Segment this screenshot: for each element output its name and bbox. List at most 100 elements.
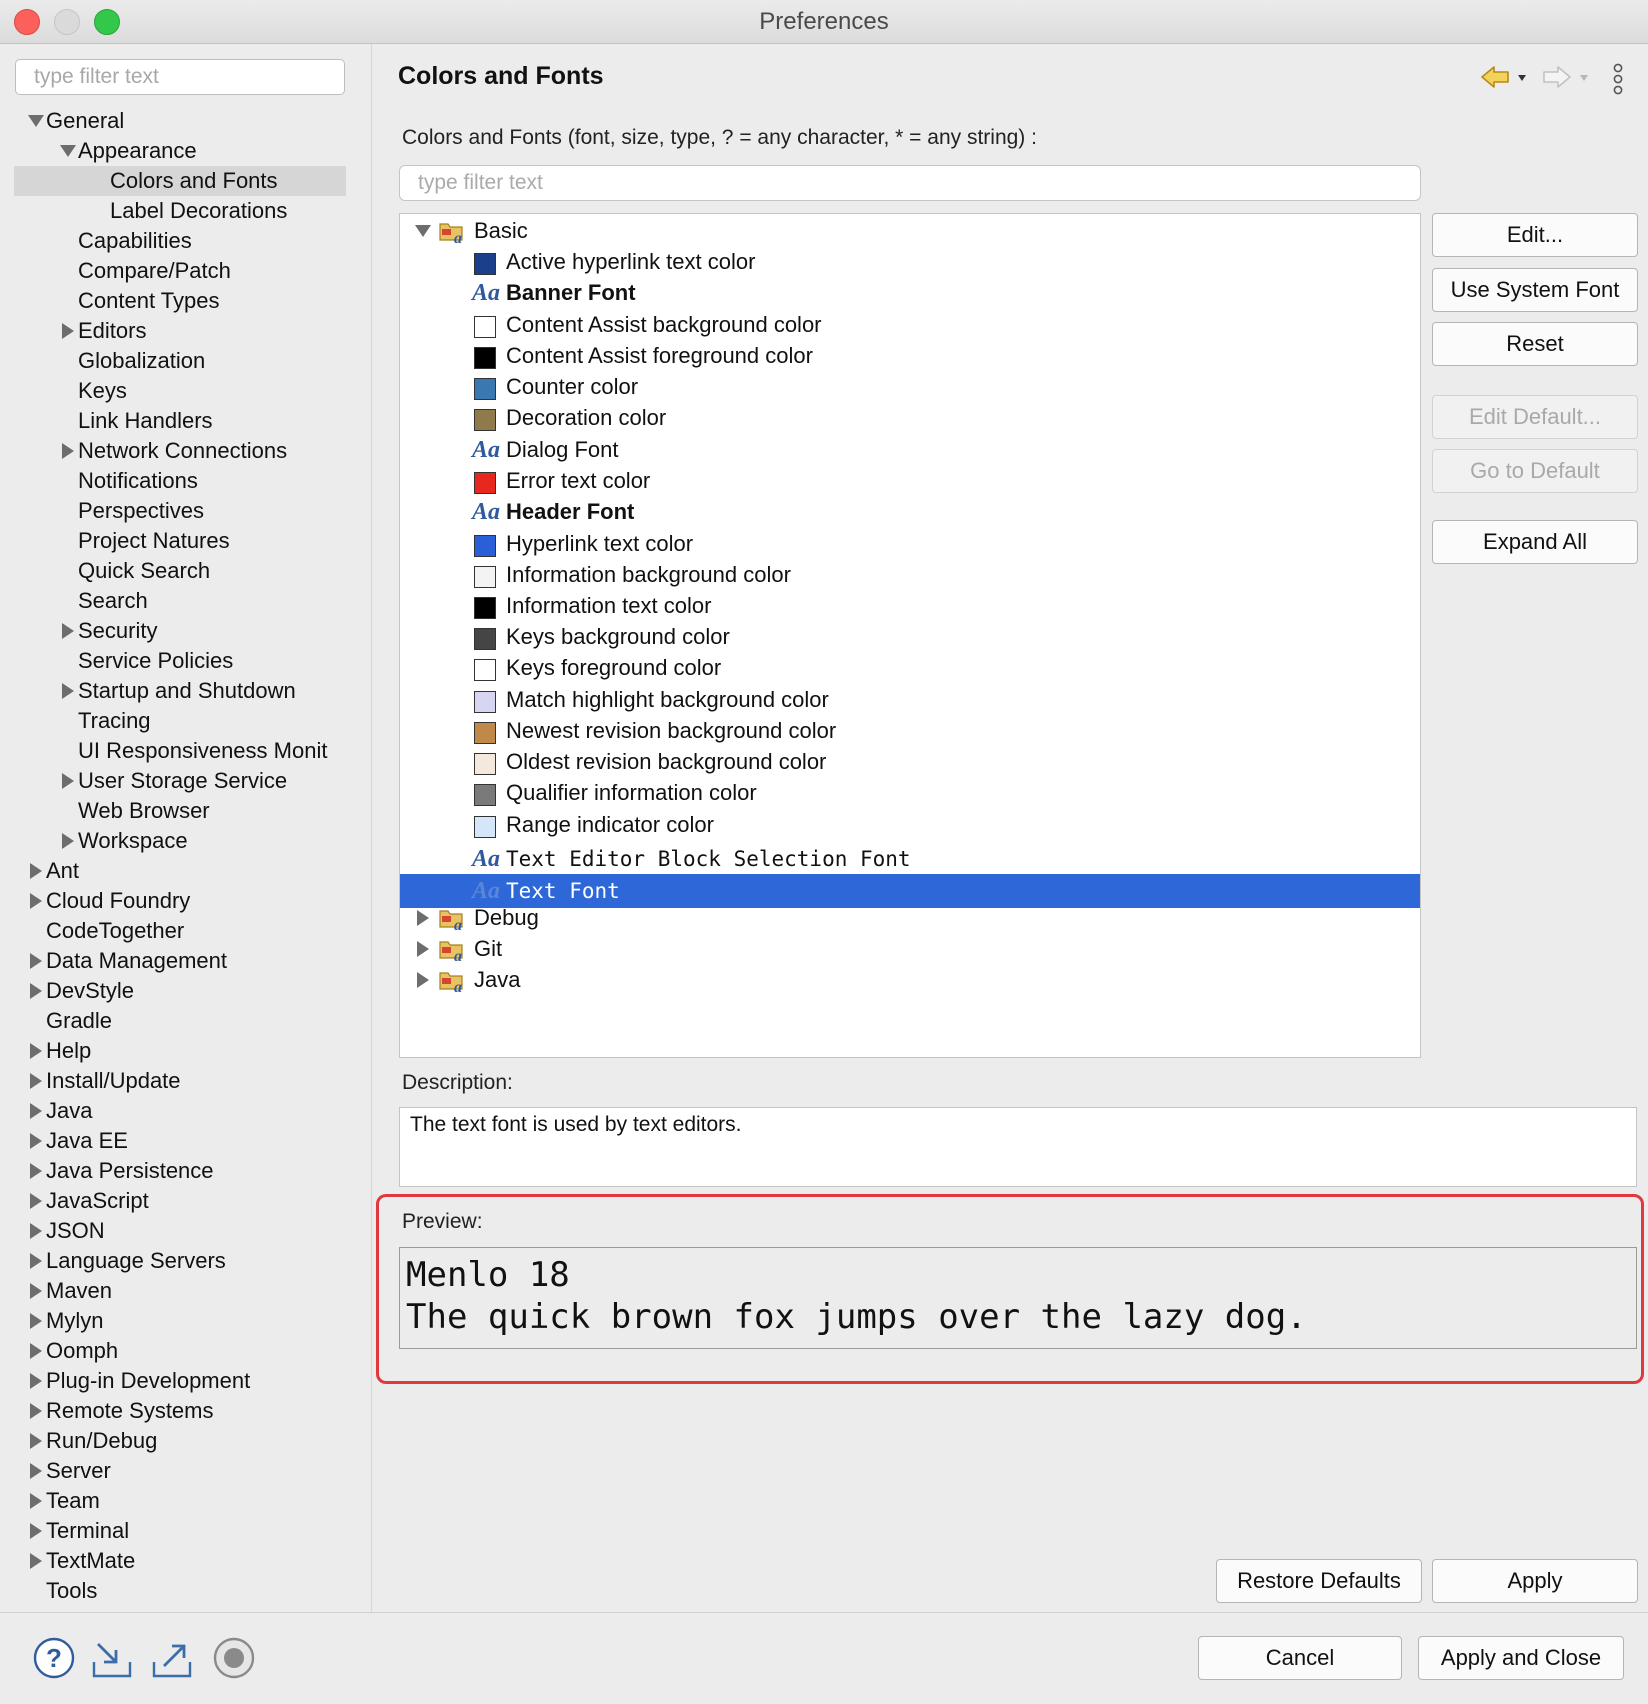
nav-item-security[interactable]: Security	[14, 616, 346, 646]
nav-item-terminal[interactable]: Terminal	[14, 1516, 346, 1546]
apply-button[interactable]: Apply	[1432, 1559, 1638, 1603]
nav-item-tracing[interactable]: Tracing	[14, 706, 346, 736]
expand-arrow-icon[interactable]	[28, 1066, 42, 1096]
tree-row-text-editor-block-selection-font[interactable]: Aa Text Editor Block Selection Font	[400, 842, 1420, 876]
nav-item-remote-systems[interactable]: Remote Systems	[14, 1396, 346, 1426]
expand-arrow-icon[interactable]	[28, 1336, 42, 1366]
expand-arrow-icon[interactable]	[28, 1216, 42, 1246]
nav-item-network-connections[interactable]: Network Connections	[14, 436, 346, 466]
collapse-arrow-icon[interactable]	[415, 214, 431, 248]
nav-item-ui-responsiveness-monit[interactable]: UI Responsiveness Monit	[14, 736, 346, 766]
nav-item-web-browser[interactable]: Web Browser	[14, 796, 346, 826]
nav-item-java-ee[interactable]: Java EE	[14, 1126, 346, 1156]
record-icon[interactable]	[212, 1636, 256, 1680]
nav-item-appearance[interactable]: Appearance	[14, 136, 346, 166]
expand-arrow-icon[interactable]	[415, 901, 429, 935]
tree-row-java[interactable]: a Java	[400, 963, 1420, 997]
expand-arrow-icon[interactable]	[28, 1126, 42, 1156]
expand-arrow-icon[interactable]	[60, 436, 74, 466]
cancel-button[interactable]: Cancel	[1198, 1636, 1402, 1680]
collapse-arrow-icon[interactable]	[60, 136, 76, 166]
expand-arrow-icon[interactable]	[28, 1366, 42, 1396]
expand-arrow-icon[interactable]	[28, 1396, 42, 1426]
expand-arrow-icon[interactable]	[60, 676, 74, 706]
nav-item-notifications[interactable]: Notifications	[14, 466, 346, 496]
expand-arrow-icon[interactable]	[28, 1546, 42, 1576]
nav-item-java[interactable]: Java	[14, 1096, 346, 1126]
view-menu-icon[interactable]	[1606, 62, 1630, 96]
nav-item-json[interactable]: JSON	[14, 1216, 346, 1246]
nav-filter-input[interactable]	[15, 59, 345, 95]
collapse-arrow-icon[interactable]	[28, 106, 44, 136]
tree-row-information-background-color[interactable]: Information background color	[400, 558, 1420, 592]
tree-row-keys-foreground-color[interactable]: Keys foreground color	[400, 651, 1420, 685]
import-icon[interactable]	[90, 1636, 134, 1680]
colors-fonts-tree[interactable]: a Basic Active hyperlink text color Aa Banne…	[399, 213, 1421, 1058]
nav-item-gradle[interactable]: Gradle	[14, 1006, 346, 1036]
expand-arrow-icon[interactable]	[28, 1276, 42, 1306]
nav-item-server[interactable]: Server	[14, 1456, 346, 1486]
expand-arrow-icon[interactable]	[60, 316, 74, 346]
tree-row-debug[interactable]: a Debug	[400, 901, 1420, 935]
go-to-default-button[interactable]: Go to Default	[1432, 449, 1638, 493]
nav-item-team[interactable]: Team	[14, 1486, 346, 1516]
forward-arrow-icon[interactable]	[1540, 62, 1596, 92]
expand-arrow-icon[interactable]	[28, 1036, 42, 1066]
expand-arrow-icon[interactable]	[28, 886, 42, 916]
nav-item-capabilities[interactable]: Capabilities	[14, 226, 346, 256]
nav-item-maven[interactable]: Maven	[14, 1276, 346, 1306]
nav-item-mylyn[interactable]: Mylyn	[14, 1306, 346, 1336]
nav-item-javascript[interactable]: JavaScript	[14, 1186, 346, 1216]
nav-item-help[interactable]: Help	[14, 1036, 346, 1066]
expand-arrow-icon[interactable]	[60, 766, 74, 796]
nav-item-service-policies[interactable]: Service Policies	[14, 646, 346, 676]
tree-row-git[interactable]: a Git	[400, 932, 1420, 966]
expand-arrow-icon[interactable]	[28, 976, 42, 1006]
reset-button[interactable]: Reset	[1432, 322, 1638, 366]
nav-item-globalization[interactable]: Globalization	[14, 346, 346, 376]
nav-item-perspectives[interactable]: Perspectives	[14, 496, 346, 526]
nav-item-editors[interactable]: Editors	[14, 316, 346, 346]
nav-item-cloud-foundry[interactable]: Cloud Foundry	[14, 886, 346, 916]
expand-arrow-icon[interactable]	[28, 1096, 42, 1126]
expand-arrow-icon[interactable]	[28, 1156, 42, 1186]
nav-item-keys[interactable]: Keys	[14, 376, 346, 406]
nav-item-plug-in-development[interactable]: Plug-in Development	[14, 1366, 346, 1396]
nav-item-general[interactable]: General	[14, 106, 346, 136]
nav-item-textmate[interactable]: TextMate	[14, 1546, 346, 1576]
nav-item-quick-search[interactable]: Quick Search	[14, 556, 346, 586]
edit-default-button[interactable]: Edit Default...	[1432, 395, 1638, 439]
expand-arrow-icon[interactable]	[28, 1486, 42, 1516]
nav-item-startup-and-shutdown[interactable]: Startup and Shutdown	[14, 676, 346, 706]
tree-row-qualifier-information-color[interactable]: Qualifier information color	[400, 776, 1420, 810]
expand-arrow-icon[interactable]	[28, 1456, 42, 1486]
nav-item-java-persistence[interactable]: Java Persistence	[14, 1156, 346, 1186]
tree-row-information-text-color[interactable]: Information text color	[400, 589, 1420, 623]
colors-fonts-filter-input[interactable]	[399, 165, 1421, 201]
nav-item-run-debug[interactable]: Run/Debug	[14, 1426, 346, 1456]
nav-item-ant[interactable]: Ant	[14, 856, 346, 886]
nav-item-install-update[interactable]: Install/Update	[14, 1066, 346, 1096]
tree-row-counter-color[interactable]: Counter color	[400, 370, 1420, 404]
nav-item-oomph[interactable]: Oomph	[14, 1336, 346, 1366]
nav-item-project-natures[interactable]: Project Natures	[14, 526, 346, 556]
nav-item-codetogether[interactable]: CodeTogether	[14, 916, 346, 946]
expand-arrow-icon[interactable]	[28, 946, 42, 976]
expand-arrow-icon[interactable]	[415, 932, 429, 966]
tree-row-decoration-color[interactable]: Decoration color	[400, 401, 1420, 435]
nav-item-workspace[interactable]: Workspace	[14, 826, 346, 856]
nav-item-language-servers[interactable]: Language Servers	[14, 1246, 346, 1276]
tree-row-active-hyperlink-text-color[interactable]: Active hyperlink text color	[400, 245, 1420, 279]
expand-all-button[interactable]: Expand All	[1432, 520, 1638, 564]
tree-row-oldest-revision-background-color[interactable]: Oldest revision background color	[400, 745, 1420, 779]
tree-row-dialog-font[interactable]: Aa Dialog Font	[400, 433, 1420, 467]
nav-item-link-handlers[interactable]: Link Handlers	[14, 406, 346, 436]
nav-item-compare-patch[interactable]: Compare/Patch	[14, 256, 346, 286]
nav-item-user-storage-service[interactable]: User Storage Service	[14, 766, 346, 796]
expand-arrow-icon[interactable]	[28, 1306, 42, 1336]
help-icon[interactable]: ?	[32, 1636, 76, 1680]
tree-row-content-assist-foreground-color[interactable]: Content Assist foreground color	[400, 339, 1420, 373]
nav-item-tools[interactable]: Tools	[14, 1576, 346, 1606]
edit-button[interactable]: Edit...	[1432, 213, 1638, 257]
export-icon[interactable]	[150, 1636, 194, 1680]
